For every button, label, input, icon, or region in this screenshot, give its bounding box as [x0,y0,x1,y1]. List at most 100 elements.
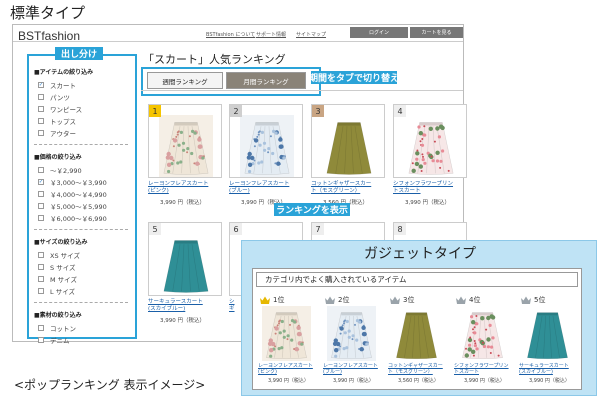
filter-option[interactable]: アウター [38,128,76,138]
gadget-rank-label: 4位 [456,295,480,305]
crown-icon [325,296,335,304]
checkbox-icon[interactable] [38,337,44,343]
checkbox-icon[interactable] [38,288,44,294]
checkbox-icon[interactable] [38,215,44,221]
checkbox-checked-icon[interactable]: ✓ [38,82,44,88]
support-link[interactable]: サポート情報 [256,31,286,38]
rank-badge: 5 [149,223,161,235]
checkbox-checked-icon[interactable]: ✓ [38,179,44,185]
product-price: 3,990 円（税込） [405,200,450,206]
product-image[interactable] [159,233,213,299]
checkbox-icon[interactable] [38,252,44,258]
gadget-product-name-link[interactable]: コットンギャザースカー ト（モスグリーン） [388,363,443,375]
filter-option-label: XS サイズ [50,252,80,260]
gadget-product-name-link[interactable]: レーヨンフレアスカート (ピンク) [258,363,313,375]
login-button[interactable]: ログイン [350,27,408,38]
filter-group-heading: ■価格の絞り込み [34,154,82,161]
rank-badge: 4 [394,105,406,117]
filter-option[interactable]: ✓ スカート [38,80,76,90]
filter-option-label: ￥3,000～￥3,990 [50,179,107,187]
filter-option[interactable]: コットン [38,323,76,333]
tab-weekly-ranking[interactable]: 週間ランキング [147,72,223,89]
filter-option[interactable]: XS サイズ [38,250,80,260]
filter-option-label: パンツ [50,94,70,102]
filter-option[interactable]: デニム [38,335,70,345]
checkbox-icon[interactable] [38,130,44,136]
tabs-callout: 期間をタブで切り替え [309,71,399,84]
gadget-product-name-link[interactable]: サーキュラースカート (スカイブルー) [519,363,569,375]
filter-option[interactable]: ￥5,000～￥5,990 [38,201,107,211]
filter-option[interactable]: パンツ [38,92,70,102]
product-name-link[interactable]: コットンギャザースカー ト（モスグリーン） [311,181,371,195]
filter-separator [34,229,128,230]
checkbox-icon[interactable] [38,325,44,331]
product-price: 3,990 円（税込） [160,318,205,324]
gadget-rank-text: 5位 [534,296,546,304]
checkbox-icon[interactable] [38,264,44,270]
product-image[interactable] [240,115,294,181]
cart-button[interactable]: カートを見る [410,27,463,38]
checkbox-icon[interactable] [38,167,44,173]
gadget-product-price: 3,990 円（税込） [268,378,309,384]
gadget-product-image[interactable] [523,306,572,361]
gadget-rank-text: 4位 [469,296,481,304]
filter-option[interactable]: L サイズ [38,286,75,296]
checkbox-icon[interactable] [38,276,44,282]
gadget-product-name-link[interactable]: シフォンフラワープリン トスカート [454,363,509,375]
checkbox-icon[interactable] [38,203,44,209]
product-image[interactable] [404,115,458,181]
filter-option-label: コットン [50,325,76,333]
product-name-link[interactable]: シギ [229,299,235,313]
checkbox-icon[interactable] [38,191,44,197]
filter-option[interactable]: トップス [38,116,76,126]
gadget-product-image[interactable] [392,306,441,361]
checkbox-icon[interactable] [38,94,44,100]
gadget-rank-label: 1位 [260,295,284,305]
filter-option[interactable]: S サイズ [38,262,76,272]
product-image[interactable] [322,115,376,181]
product-image[interactable] [159,115,213,181]
sitemap-link[interactable]: サイトマップ [296,31,326,38]
filter-option[interactable]: ￥4,000～￥4,990 [38,189,107,199]
tab-underline [141,90,463,91]
gadget-product-price: 3,990 円（税込） [529,378,570,384]
product-name-link[interactable]: レーヨンフレアスカート (ブルー) [229,181,289,195]
crown-icon [260,296,270,304]
crown-icon [521,296,531,304]
gadget-type-title: ガジェットタイプ [364,246,476,262]
ranking-title: 「スカート」人気ランキング [143,53,286,66]
product-price: 3,990 円（税込） [160,200,205,206]
filter-option-label: ￥4,000～￥4,990 [50,191,107,199]
filter-option[interactable]: ✓ ￥3,000～￥3,990 [38,177,107,187]
gadget-rank-label: 5位 [521,295,545,305]
product-name-link[interactable]: サーキュラースカート (スカイブルー) [148,299,203,313]
filter-option-label: スカート [50,82,76,90]
about-link[interactable]: BSTfashion について [206,31,255,38]
rank-badge: 8 [394,223,406,235]
product-name-link[interactable]: シフォンフラワープリン トスカート [393,181,453,195]
filter-option-label: デニム [50,337,70,345]
rank-badge: 1 [149,105,161,117]
checkbox-icon[interactable] [38,118,44,124]
tab-monthly-ranking[interactable]: 月間ランキング [226,72,306,89]
filter-option[interactable]: ～￥2,990 [38,165,82,175]
product-name-link[interactable]: レーヨンフレアスカート (ピンク) [148,181,208,195]
gadget-product-image[interactable] [458,306,507,361]
checkbox-icon[interactable] [38,106,44,112]
filter-option-label: ￥6,000～￥6,990 [50,215,107,223]
filter-option[interactable]: ￥6,000～￥6,990 [38,213,107,223]
header-divider [13,41,463,42]
filter-option-label: ￥5,000～￥5,990 [50,203,107,211]
filter-separator [34,302,128,303]
gadget-product-image[interactable] [327,306,376,361]
filter-option[interactable]: ワンピース [38,104,82,114]
gadget-product-image[interactable] [262,306,311,361]
filter-separator [34,144,128,145]
crown-icon [390,296,400,304]
filter-option[interactable]: M サイズ [38,274,77,284]
filter-option-label: ～￥2,990 [50,167,82,175]
filter-group-heading: ■サイズの絞り込み [34,239,88,246]
sidebar-callout: 出し分け [55,47,103,60]
image-caption: <ポップランキング 表示イメージ> [14,378,206,392]
gadget-product-name-link[interactable]: レーヨンフレアスカート (ブルー) [323,363,378,375]
